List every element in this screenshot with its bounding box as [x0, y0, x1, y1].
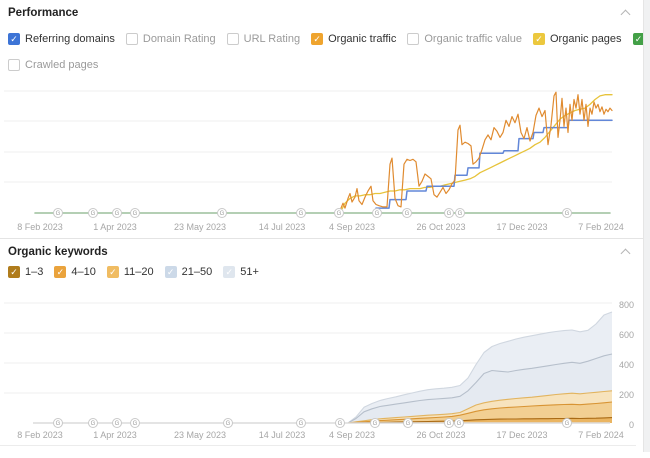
- checkbox-icon: ✓: [54, 266, 66, 278]
- checkbox-label: 4–10: [71, 266, 95, 278]
- checkbox-label: 1–3: [25, 266, 43, 278]
- panel-bottom-divider: [0, 445, 636, 446]
- filter-checkbox-organic-traffic[interactable]: ✓ Organic traffic: [311, 33, 396, 45]
- svg-text:17 Dec 2023: 17 Dec 2023: [496, 430, 547, 440]
- filter-checkbox-organic-traffic-value[interactable]: Organic traffic value: [407, 33, 522, 45]
- svg-text:26 Oct 2023: 26 Oct 2023: [416, 430, 465, 440]
- filter-checkbox-11-20[interactable]: ✓ 11–20: [107, 266, 154, 278]
- checkbox-icon: ✓: [165, 266, 177, 278]
- checkbox-icon: [126, 33, 138, 45]
- checkbox-icon: ✓: [533, 33, 545, 45]
- filter-checkbox-21-50[interactable]: ✓ 21–50: [165, 266, 213, 278]
- checkbox-icon: ✓: [8, 33, 20, 45]
- svg-text:14 Jul 2023: 14 Jul 2023: [259, 430, 306, 440]
- svg-text:G: G: [133, 421, 138, 427]
- svg-text:G: G: [405, 211, 410, 217]
- checkbox-icon: [8, 59, 20, 71]
- checkbox-label: Referring domains: [25, 33, 115, 45]
- svg-text:G: G: [299, 211, 304, 217]
- checkbox-label: Organic pages: [550, 33, 622, 45]
- svg-text:G: G: [226, 421, 231, 427]
- svg-text:G: G: [458, 211, 463, 217]
- svg-text:G: G: [133, 211, 138, 217]
- vertical-scrollbar[interactable]: [643, 0, 650, 452]
- filter-checkbox-url-rating[interactable]: URL Rating: [227, 33, 300, 45]
- svg-text:4 Sep 2023: 4 Sep 2023: [329, 430, 375, 440]
- filter-checkbox-organic-pages[interactable]: ✓ Organic pages: [533, 33, 622, 45]
- svg-text:G: G: [447, 421, 452, 427]
- checkbox-label: 21–50: [182, 266, 213, 278]
- svg-text:G: G: [56, 211, 61, 217]
- svg-text:7 Feb 2024: 7 Feb 2024: [578, 222, 624, 232]
- svg-text:1 Apr 2023: 1 Apr 2023: [93, 222, 137, 232]
- filter-checkbox-1-3[interactable]: ✓ 1–3: [8, 266, 43, 278]
- svg-text:G: G: [115, 421, 120, 427]
- svg-text:G: G: [406, 421, 411, 427]
- checkbox-icon: ✓: [311, 33, 323, 45]
- checkbox-label: 11–20: [124, 266, 154, 278]
- checkbox-label: Crawled pages: [25, 59, 98, 71]
- svg-text:0: 0: [629, 420, 634, 430]
- filter-checkbox-referring-domains[interactable]: ✓ Referring domains: [8, 33, 115, 45]
- organic-keywords-panel-title: Organic keywords: [8, 246, 108, 258]
- svg-text:G: G: [91, 211, 96, 217]
- svg-text:4 Sep 2023: 4 Sep 2023: [329, 222, 375, 232]
- svg-text:23 May 2023: 23 May 2023: [174, 430, 226, 440]
- svg-text:23 May 2023: 23 May 2023: [174, 222, 226, 232]
- svg-text:G: G: [457, 421, 462, 427]
- svg-text:400: 400: [619, 360, 634, 370]
- checkbox-icon: ✓: [223, 266, 235, 278]
- organic-keywords-panel: Organic keywords ✓ 1–3 ✓ 4–10 ✓ 11–20 ✓ 21–50 ✓ 5…: [0, 238, 643, 452]
- svg-text:G: G: [115, 211, 120, 217]
- svg-text:17 Dec 2023: 17 Dec 2023: [496, 222, 547, 232]
- filter-checkbox-crawled-pages[interactable]: Crawled pages: [8, 59, 98, 71]
- svg-text:G: G: [91, 421, 96, 427]
- svg-text:26 Oct 2023: 26 Oct 2023: [416, 222, 465, 232]
- svg-text:G: G: [373, 421, 378, 427]
- svg-text:8 Feb 2023: 8 Feb 2023: [17, 222, 63, 232]
- filter-checkbox-4-10[interactable]: ✓ 4–10: [54, 266, 95, 278]
- performance-filter-row-1: ✓ Referring domains Domain Rating URL Ratin…: [8, 33, 650, 45]
- svg-text:14 Jul 2023: 14 Jul 2023: [259, 222, 306, 232]
- collapse-chevron-up-icon[interactable]: [619, 245, 633, 259]
- svg-text:1 Apr 2023: 1 Apr 2023: [93, 430, 137, 440]
- svg-text:G: G: [375, 211, 380, 217]
- checkbox-label: Domain Rating: [143, 33, 216, 45]
- checkbox-label: 51+: [240, 266, 259, 278]
- performance-panel-title: Performance: [8, 7, 78, 19]
- filter-checkbox-51plus[interactable]: ✓ 51+: [223, 266, 259, 278]
- collapse-chevron-up-icon[interactable]: [619, 6, 633, 20]
- svg-text:G: G: [565, 421, 570, 427]
- svg-text:200: 200: [619, 390, 634, 400]
- checkbox-icon: ✓: [107, 266, 119, 278]
- organic-keywords-chart-svg: 8006004002000GGGGGGGGGGGG8 Feb 20231 Apr…: [0, 291, 650, 453]
- checkbox-icon: [407, 33, 419, 45]
- performance-panel: Performance ✓ Referring domains Domain Rat…: [0, 0, 643, 238]
- organic-keywords-chart[interactable]: 8006004002000GGGGGGGGGGGG8 Feb 20231 Apr…: [0, 291, 650, 453]
- svg-text:G: G: [56, 421, 61, 427]
- performance-chart[interactable]: GGGGGGGGGGGG8 Feb 20231 Apr 202323 May 2…: [0, 84, 650, 236]
- svg-text:G: G: [299, 421, 304, 427]
- checkbox-icon: ✓: [8, 266, 20, 278]
- svg-text:G: G: [565, 211, 570, 217]
- svg-text:G: G: [220, 211, 225, 217]
- svg-text:600: 600: [619, 330, 634, 340]
- svg-text:G: G: [447, 211, 452, 217]
- performance-filter-row-2: Crawled pages: [8, 59, 98, 71]
- svg-text:G: G: [338, 421, 343, 427]
- keywords-filter-row: ✓ 1–3 ✓ 4–10 ✓ 11–20 ✓ 21–50 ✓ 51+: [8, 266, 259, 278]
- filter-checkbox-domain-rating[interactable]: Domain Rating: [126, 33, 216, 45]
- checkbox-label: URL Rating: [244, 33, 300, 45]
- performance-chart-svg: GGGGGGGGGGGG8 Feb 20231 Apr 202323 May 2…: [0, 84, 650, 236]
- checkbox-label: Organic traffic value: [424, 33, 522, 45]
- svg-text:7 Feb 2024: 7 Feb 2024: [578, 430, 624, 440]
- svg-text:8 Feb 2023: 8 Feb 2023: [17, 430, 63, 440]
- svg-text:G: G: [337, 211, 342, 217]
- checkbox-icon: [227, 33, 239, 45]
- svg-text:800: 800: [619, 300, 634, 310]
- checkbox-label: Organic traffic: [328, 33, 396, 45]
